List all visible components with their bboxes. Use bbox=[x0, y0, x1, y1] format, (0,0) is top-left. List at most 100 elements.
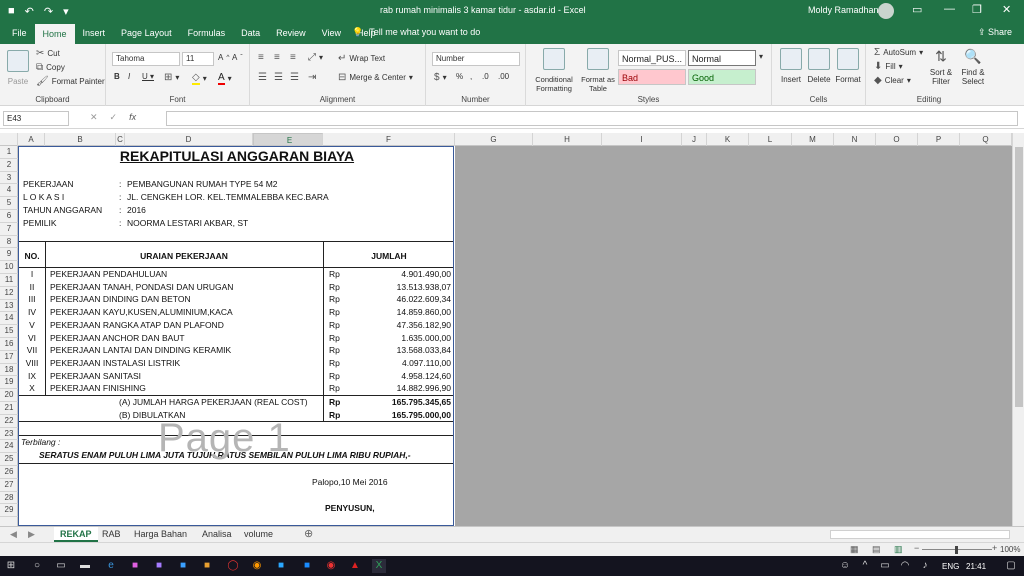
sheet-next-icon[interactable]: ▶ bbox=[22, 527, 41, 542]
align-left-button[interactable]: ☰ bbox=[258, 72, 267, 83]
row-header[interactable]: 16 bbox=[0, 338, 18, 351]
battery-icon[interactable]: ▭ bbox=[878, 559, 892, 573]
avatar[interactable] bbox=[878, 3, 894, 19]
align-right-button[interactable]: ☰ bbox=[290, 72, 299, 83]
row-header[interactable]: 4 bbox=[0, 184, 18, 198]
style-bad[interactable]: Bad bbox=[618, 69, 686, 85]
font-size-select[interactable]: 11 bbox=[182, 52, 214, 66]
column-header[interactable]: O bbox=[876, 133, 918, 146]
row-header[interactable]: 24 bbox=[0, 440, 18, 454]
column-header[interactable]: D bbox=[125, 133, 253, 146]
borders-button[interactable]: ⊞ ▾ bbox=[164, 72, 179, 83]
clock[interactable]: 21:41 bbox=[966, 562, 986, 571]
underline-button[interactable]: U ▾ bbox=[142, 72, 154, 81]
comma-button[interactable]: , bbox=[470, 72, 472, 81]
format-painter-button[interactable]: 🖌 Format Painter bbox=[36, 76, 105, 87]
align-center-button[interactable]: ☰ bbox=[274, 72, 283, 83]
cut-button[interactable]: ✂ Cut bbox=[36, 48, 60, 59]
chrome-icon[interactable]: ◉ bbox=[324, 559, 338, 573]
row-header[interactable]: 14 bbox=[0, 312, 18, 326]
column-header[interactable]: F bbox=[323, 133, 455, 146]
row-header[interactable]: 6 bbox=[0, 210, 18, 223]
column-header[interactable]: A bbox=[18, 133, 45, 146]
orientation-button[interactable]: ⤢ ▾ bbox=[308, 52, 323, 63]
edge-icon[interactable]: e bbox=[104, 559, 118, 573]
tab-page-layout[interactable]: Page Layout bbox=[113, 22, 180, 44]
sheet-tab-analisa[interactable]: Analisa bbox=[196, 527, 238, 542]
font-color-button[interactable]: A ▾ bbox=[218, 72, 232, 85]
tab-formulas[interactable]: Formulas bbox=[180, 22, 234, 44]
column-header[interactable]: J bbox=[682, 133, 707, 146]
copy-button[interactable]: ⧉ Copy bbox=[36, 62, 65, 73]
column-header[interactable]: I bbox=[602, 133, 682, 146]
column-header[interactable]: H bbox=[533, 133, 602, 146]
row-header[interactable]: 1 bbox=[0, 146, 18, 159]
find-select-button[interactable]: 🔍 Find & Select bbox=[958, 48, 988, 86]
sheet-tab-harga-bahan[interactable]: Harga Bahan bbox=[128, 527, 193, 542]
row-header[interactable]: 28 bbox=[0, 492, 18, 505]
sheet-prev-icon[interactable]: ◀ bbox=[4, 527, 23, 542]
tell-me-box[interactable]: 💡 Tell me what you want to do bbox=[352, 27, 480, 38]
style-good[interactable]: Good bbox=[688, 69, 756, 85]
excel-taskbar-icon[interactable]: X bbox=[372, 559, 386, 573]
increase-decimal-button[interactable]: .0 bbox=[482, 72, 489, 81]
undo-icon[interactable]: ↶ bbox=[25, 5, 34, 18]
firefox-icon[interactable]: ◉ bbox=[250, 559, 264, 573]
row-header[interactable]: 25 bbox=[0, 453, 18, 466]
bold-button[interactable]: B bbox=[114, 72, 120, 81]
column-header[interactable]: G bbox=[455, 133, 533, 146]
tab-insert[interactable]: Insert bbox=[75, 22, 114, 44]
search-icon[interactable]: ○ bbox=[30, 559, 44, 573]
zoom-out-icon[interactable]: − bbox=[914, 543, 919, 553]
user-name[interactable]: Moldy Ramadhan bbox=[808, 5, 879, 15]
row-header[interactable]: 29 bbox=[0, 504, 18, 518]
insert-function-icon[interactable]: fx bbox=[129, 112, 136, 123]
name-box[interactable]: E43 bbox=[3, 111, 69, 126]
zoom-in-icon[interactable]: + bbox=[992, 543, 997, 553]
column-header[interactable]: Q bbox=[960, 133, 1012, 146]
row-header[interactable]: 23 bbox=[0, 428, 18, 441]
customize-qat-icon[interactable]: ▾ bbox=[63, 5, 69, 18]
row-header[interactable]: 22 bbox=[0, 415, 18, 428]
language-indicator[interactable]: ENG bbox=[942, 562, 959, 571]
start-icon[interactable]: ⊞ bbox=[4, 559, 18, 573]
vertical-scrollbar[interactable] bbox=[1012, 133, 1024, 526]
row-header[interactable]: 9 bbox=[0, 248, 18, 262]
delete-cells-button[interactable]: Delete bbox=[806, 48, 832, 84]
app-premiere-icon[interactable]: ■ bbox=[152, 559, 166, 573]
sheet-tab-rab[interactable]: RAB bbox=[96, 527, 127, 542]
app-folder-icon[interactable]: ■ bbox=[200, 559, 214, 573]
restore-icon[interactable]: ❐ bbox=[972, 3, 982, 16]
row-header[interactable]: 26 bbox=[0, 466, 18, 479]
zoom-level[interactable]: 100% bbox=[1000, 545, 1020, 554]
row-header[interactable]: 20 bbox=[0, 389, 18, 402]
row-header[interactable]: 18 bbox=[0, 364, 18, 377]
app-ae-icon[interactable]: ■ bbox=[128, 559, 142, 573]
italic-button[interactable]: I bbox=[128, 72, 130, 81]
task-view-icon[interactable]: ▭ bbox=[54, 559, 68, 573]
network-icon[interactable]: ◠ bbox=[898, 559, 912, 573]
formula-input[interactable] bbox=[166, 111, 1018, 126]
column-header[interactable]: M bbox=[792, 133, 834, 146]
vertical-scroll-thumb[interactable] bbox=[1015, 147, 1023, 407]
close-icon[interactable]: ✕ bbox=[1002, 3, 1011, 16]
app-photoshop-icon[interactable]: ■ bbox=[274, 559, 288, 573]
row-header[interactable]: 12 bbox=[0, 287, 18, 300]
clear-button[interactable]: ◆ Clear ▾ bbox=[874, 75, 911, 86]
zoom-slider-knob[interactable] bbox=[955, 546, 958, 554]
row-header[interactable]: 19 bbox=[0, 376, 18, 390]
tray-chevron-icon[interactable]: ^ bbox=[858, 559, 872, 573]
column-header[interactable]: E bbox=[253, 133, 323, 146]
merge-center-button[interactable]: ⊟ Merge & Center ▾ bbox=[338, 72, 413, 83]
styles-more-icon[interactable]: ▾ bbox=[759, 52, 763, 61]
column-header[interactable]: B bbox=[45, 133, 116, 146]
row-header[interactable]: 10 bbox=[0, 261, 18, 274]
paste-button[interactable]: Paste bbox=[6, 50, 30, 86]
normal-view-icon[interactable]: ▦ bbox=[850, 544, 859, 555]
app-opera-icon[interactable]: ◯ bbox=[226, 559, 240, 573]
font-name-select[interactable]: Tahoma bbox=[112, 52, 180, 66]
tab-file[interactable]: File bbox=[0, 22, 35, 44]
file-explorer-icon[interactable]: ▬ bbox=[78, 559, 92, 573]
column-header[interactable]: L bbox=[749, 133, 792, 146]
insert-cells-button[interactable]: Insert bbox=[778, 48, 804, 84]
